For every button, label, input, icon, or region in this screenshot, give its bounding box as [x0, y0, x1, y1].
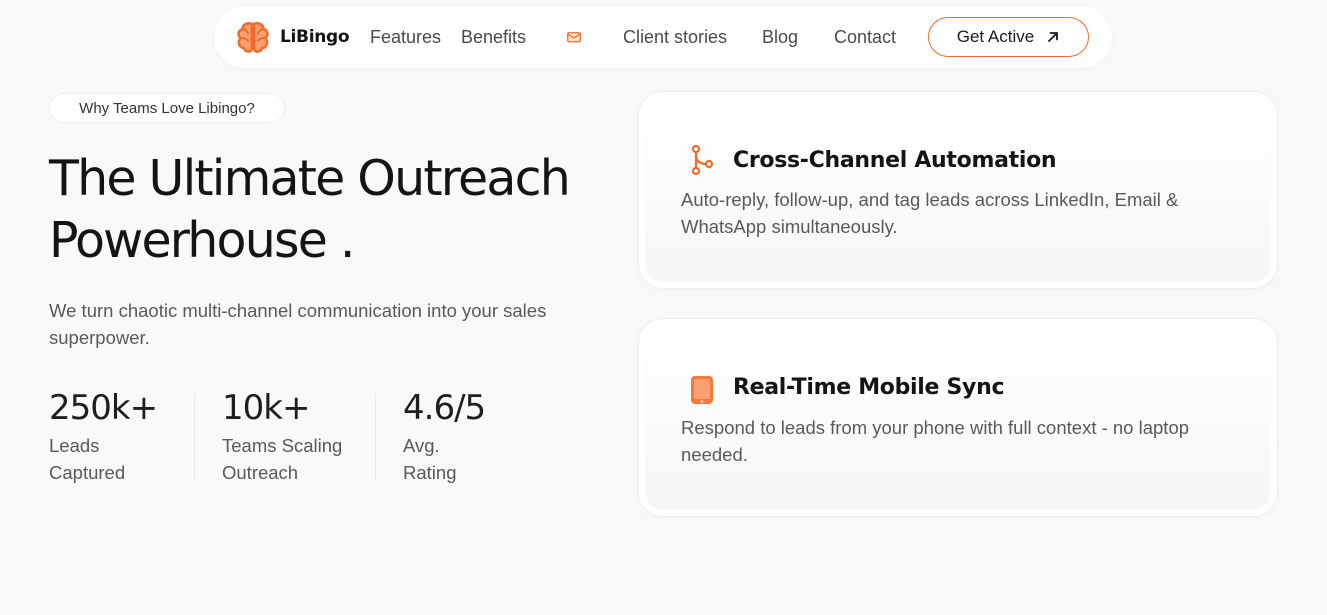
- eyebrow-badge: Why Teams Love Libingo?: [49, 93, 285, 123]
- top-navbar: LiBingo Features Benefits Client stories…: [214, 6, 1112, 68]
- eyebrow-text: Why Teams Love Libingo?: [79, 99, 255, 117]
- stat-label-line-1: Avg.: [403, 435, 440, 456]
- stat-value: 250k+: [49, 388, 158, 428]
- hero-subtitle: We turn chaotic multi-channel communicat…: [49, 300, 547, 348]
- feature-description: Respond to leads from your phone with fu…: [681, 417, 1190, 465]
- title-line-1: The Ultimate Outreach: [49, 150, 571, 207]
- feature-title: Real-Time Mobile Sync: [733, 375, 1005, 400]
- mobile-phone-icon: [691, 376, 713, 404]
- stat-label-line-1: Leads: [49, 435, 100, 456]
- nav-benefits[interactable]: Benefits: [461, 26, 526, 48]
- feature-description: Auto-reply, follow-up, and tag leads acr…: [681, 189, 1179, 237]
- stat-divider: [194, 393, 195, 481]
- feature-card-mobile-sync: Real-Time Mobile Sync Respond to leads f…: [639, 319, 1277, 516]
- nav-features[interactable]: Features: [370, 26, 441, 48]
- stat-label-line-1: Teams Scaling: [222, 435, 343, 456]
- brand-logo-link[interactable]: LiBingo: [236, 21, 350, 53]
- nav-contact[interactable]: Contact: [834, 26, 896, 48]
- stat-value: 10k+: [222, 388, 310, 428]
- title-line-2: Powerhouse .: [49, 212, 355, 269]
- branch-flow-icon: [691, 144, 714, 176]
- get-active-label: Get Active: [956, 27, 1035, 46]
- arrow-up-right-icon: [1048, 32, 1059, 42]
- brand-name: LiBingo: [280, 27, 350, 47]
- feature-card-cross-channel: Cross-Channel Automation Auto-reply, fol…: [639, 92, 1277, 288]
- stat-label: Teams Scaling Outreach: [222, 432, 342, 486]
- brain-icon: [237, 22, 269, 53]
- nav-blog[interactable]: Blog: [762, 26, 798, 48]
- stat-label: Leads Captured: [49, 432, 157, 486]
- stat-label-line-2: Captured: [49, 462, 126, 483]
- stat-rating: 4.6/5 Avg. Rating: [403, 388, 486, 486]
- stat-divider: [375, 393, 376, 481]
- page-title: The Ultimate Outreach Powerhouse .: [49, 148, 629, 272]
- stat-label-line-2: Rating: [403, 462, 457, 483]
- stat-leads: 250k+ Leads Captured: [49, 388, 158, 486]
- stat-teams: 10k+ Teams Scaling Outreach: [222, 388, 342, 486]
- nav-client-stories[interactable]: Client stories: [623, 26, 727, 48]
- get-active-button[interactable]: Get Active: [928, 17, 1089, 57]
- stat-label-line-2: Outreach: [222, 462, 299, 483]
- mail-icon[interactable]: [567, 31, 581, 43]
- stat-value: 4.6/5: [403, 388, 486, 428]
- feature-title: Cross-Channel Automation: [733, 148, 1057, 173]
- stat-label: Avg. Rating: [403, 432, 485, 486]
